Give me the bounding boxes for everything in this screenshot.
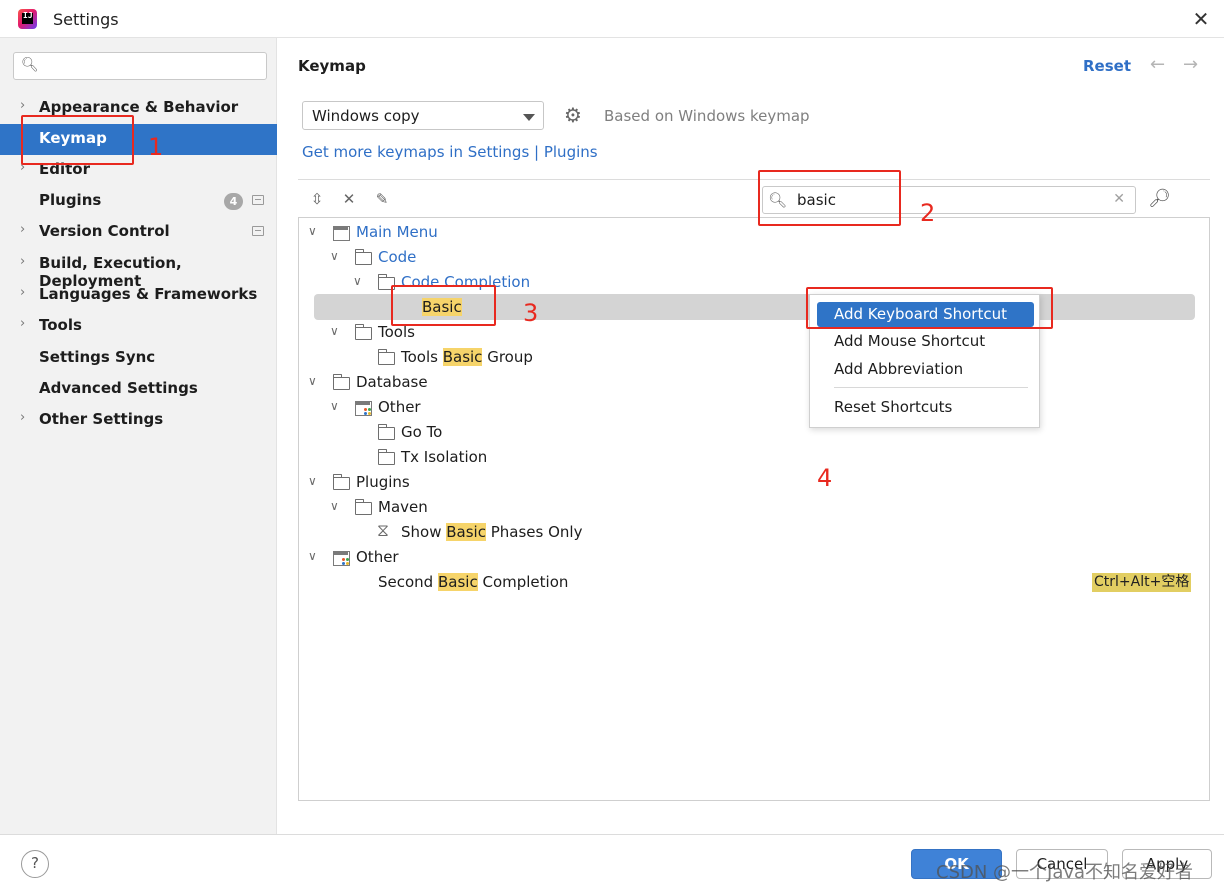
arrow-right-icon[interactable]: → [1183,54,1198,75]
tree-node-label: Show Basic Phases Only [401,523,583,541]
title-bar [0,0,1224,38]
search-icon: 🔍︎ [21,57,39,73]
sidebar-item-label: Languages & Frameworks [39,285,258,303]
shortcut-badge: Ctrl+Alt+空格 [1092,573,1192,592]
tree-node-label: Other [356,548,399,566]
annotation-number-1: 1 [148,133,164,161]
chevron-down-icon: ∨ [308,474,317,488]
toolbar-divider [298,179,1210,180]
chevron-right-icon: › [20,285,26,300]
annotation-number-2: 2 [920,199,936,227]
find-by-shortcut-icon[interactable]: 🔎︎ [1148,188,1171,209]
project-settings-icon [252,195,264,205]
tree-node-label: Tools Basic Group [401,348,533,366]
sidebar-item-tools[interactable]: › Tools [0,311,277,342]
folder-icon [332,374,350,390]
sidebar-search-input[interactable]: 🔍︎ [13,52,267,80]
sidebar-item-label: Advanced Settings [39,379,198,397]
annotation-box-2 [758,170,901,226]
folder-icon [354,324,372,340]
annotation-box-add-shortcut [806,287,1053,329]
annotation-box-1 [21,115,134,165]
chevron-down-icon: ∨ [330,399,339,413]
chevron-right-icon: › [20,222,26,237]
help-button[interactable]: ? [21,850,49,878]
chevron-down-icon [523,114,535,121]
tree-node-label: Main Menu [356,223,438,241]
sidebar-item-label: Settings Sync [39,348,156,366]
close-window-button[interactable]: ✕ [1190,8,1212,30]
tree-node-label: Other [378,398,421,416]
page-title: Keymap [298,57,366,75]
folder-icon [354,249,372,265]
sidebar-item-advanced[interactable]: Advanced Settings [0,374,277,405]
annotation-number-4: 4 [817,464,833,492]
intellij-logo-icon: IJ [18,9,37,29]
chevron-right-icon: › [20,316,26,331]
chevron-down-icon: ∨ [330,324,339,338]
sidebar-item-label: Version Control [39,222,170,240]
chevron-down-icon: ∨ [353,274,362,288]
based-on-label: Based on Windows keymap [604,107,810,125]
folder-icon [332,474,350,490]
reset-link[interactable]: Reset [1083,57,1131,75]
chevron-down-icon: ∨ [308,549,317,563]
sidebar-item-label: Appearance & Behavior [39,98,239,116]
add-mouse-shortcut-item[interactable]: Add Mouse Shortcut [817,329,1034,354]
chevron-down-icon: ∨ [330,249,339,263]
keymap-select[interactable]: Windows copy [302,101,544,130]
sidebar-item-settings-sync[interactable]: Settings Sync [0,343,277,374]
project-settings-icon [252,226,264,236]
sidebar-item-version-control[interactable]: › Version Control [0,217,277,248]
folder-icon [354,499,372,515]
clear-icon[interactable]: ✕ [1113,191,1125,207]
menu-separator [834,387,1028,388]
filter-icon: ⧖ [377,521,389,541]
expand-all-icon[interactable]: ⇳ [307,190,327,210]
sidebar-item-plugins[interactable]: Plugins 4 [0,186,277,217]
csdn-watermark: CSDN @一个Java不知名爱好者 [936,862,1194,883]
sidebar-item-label: Tools [39,316,82,334]
sidebar-item-label: Plugins [39,191,102,209]
more-keymaps-link[interactable]: Get more keymaps in Settings | Plugins [302,143,598,161]
sidebar-item-build[interactable]: › Build, Execution, Deployment [0,249,277,290]
chevron-right-icon: › [20,98,26,113]
chevron-down-icon: ∨ [330,499,339,513]
tree-node-label: Maven [378,498,428,516]
add-abbreviation-item[interactable]: Add Abbreviation [817,357,1034,382]
gear-icon[interactable]: ⚙ [562,104,584,126]
chevron-down-icon: ∨ [308,224,317,238]
reset-shortcuts-item[interactable]: Reset Shortcuts [817,395,1034,420]
annotation-box-3 [391,285,496,326]
arrow-left-icon[interactable]: ← [1150,54,1165,75]
chevron-down-icon: ∨ [308,374,317,388]
group-dots-icon [342,558,350,566]
keymap-select-value: Windows copy [312,107,420,125]
folder-icon [377,449,395,465]
window-title: Settings [53,10,119,29]
annotation-number-3: 3 [523,299,539,327]
chevron-right-icon: › [20,410,26,425]
chevron-right-icon: › [20,254,26,269]
tree-node-label: Plugins [356,473,410,491]
tree-node-label: Code [378,248,417,266]
sidebar-item-other-settings[interactable]: › Other Settings [0,405,277,436]
tree-node-label: Database [356,373,428,391]
edit-pencil-icon[interactable]: ✎ [372,190,392,210]
menu-group-icon [333,226,350,241]
folder-icon [377,424,395,440]
folder-icon [377,349,395,365]
tree-node-label: Go To [401,423,443,441]
plugins-update-badge: 4 [224,193,243,210]
group-dots-icon [364,408,372,416]
tree-node-label: Tx Isolation [401,448,488,466]
collapse-all-icon[interactable]: ✕ [339,190,359,210]
sidebar-item-languages[interactable]: › Languages & Frameworks [0,280,277,311]
sidebar-item-label: Other Settings [39,410,164,428]
tree-node-label: Second Basic Completion [378,573,569,591]
footer-divider [0,834,1224,835]
